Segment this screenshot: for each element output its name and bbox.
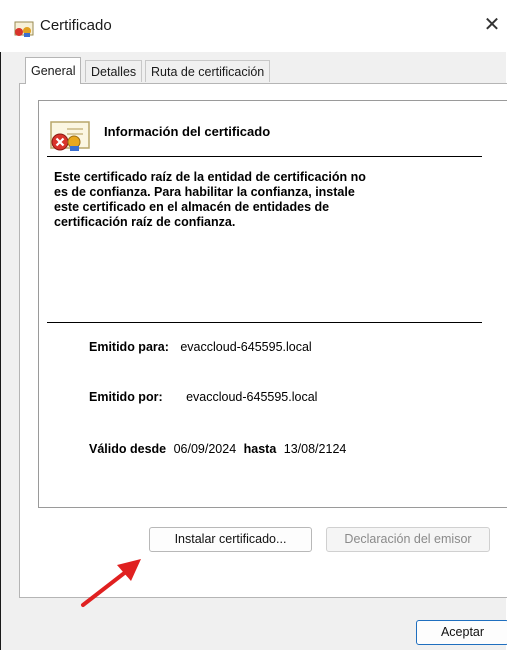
title-bar: Certificado	[0, 0, 507, 52]
tab-certification-path[interactable]: Ruta de certificación	[145, 60, 271, 82]
issued-to-label: Emitido para:	[89, 340, 169, 354]
valid-from-label: Válido desde	[89, 442, 167, 456]
trust-warning-message: Este certificado raíz de la entidad de c…	[54, 170, 474, 230]
valid-to-label: hasta	[243, 442, 277, 456]
red-arrow-icon	[81, 559, 141, 607]
trust-warning-line: certificación raíz de confianza.	[54, 215, 236, 229]
issued-to-value: evaccloud-645595.local	[180, 340, 312, 354]
certificate-info-heading: Información del certificado	[104, 124, 271, 139]
trust-warning-line: es de confianza. Para habilitar la confi…	[54, 185, 355, 199]
validity-row: Válido desde 06/09/2024 hasta 13/08/2124	[89, 442, 346, 456]
tab-details[interactable]: Detalles	[85, 60, 143, 82]
valid-from-value: 06/09/2024	[173, 442, 237, 456]
issued-to-row: Emitido para: evaccloud-645595.local	[89, 340, 312, 354]
issued-by-value: evaccloud-645595.local	[186, 390, 318, 404]
window-title: Certificado	[40, 17, 112, 34]
ok-button[interactable]: Aceptar	[416, 620, 507, 645]
issued-by-label: Emitido por:	[89, 390, 163, 404]
certificate-icon	[14, 21, 34, 37]
certificate-error-icon	[50, 121, 90, 151]
install-certificate-button[interactable]: Instalar certificado...	[149, 527, 312, 552]
issued-by-row: Emitido por: evaccloud-645595.local	[89, 390, 317, 404]
issuer-statement-button[interactable]: Declaración del emisor	[326, 527, 490, 552]
trust-warning-line: este certificado en el almacén de entida…	[54, 200, 330, 214]
fields-divider	[47, 322, 482, 323]
close-button[interactable]: ✕	[477, 10, 507, 40]
heading-divider	[47, 156, 482, 157]
trust-warning-line: Este certificado raíz de la entidad de c…	[54, 170, 366, 184]
valid-to-value: 13/08/2124	[283, 442, 347, 456]
tab-general[interactable]: General	[25, 57, 82, 84]
